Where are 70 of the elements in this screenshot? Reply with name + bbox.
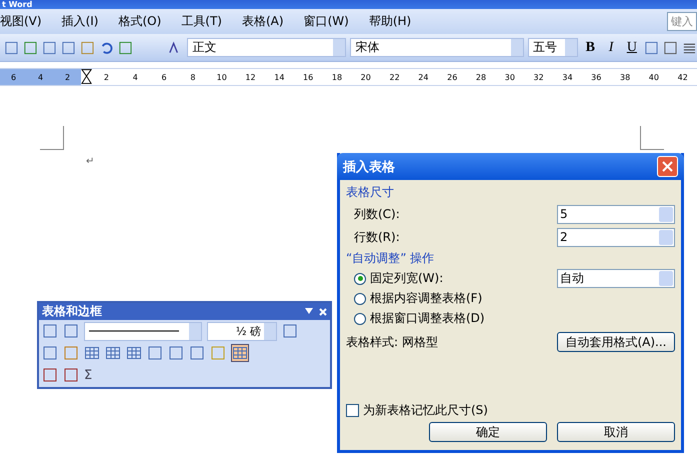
ruler-number: 24 <box>417 72 430 82</box>
ruler-number: 20 <box>360 72 372 82</box>
number-field[interactable]: 2 <box>557 228 675 246</box>
ruler-number: 26 <box>446 72 458 82</box>
font-size-dropdown[interactable]: 五号 <box>528 38 578 57</box>
group-heading: 表格尺寸 <box>346 184 395 201</box>
toolbar-title: 表格和边框 <box>42 303 102 320</box>
ruler-number: 30 <box>504 72 516 82</box>
margin-corner-mark <box>640 126 664 150</box>
radio-option[interactable]: 根据内容调整表格(F) <box>354 290 482 307</box>
ruler-number: 2 <box>102 72 110 82</box>
dropdown-arrow-icon[interactable] <box>305 308 313 314</box>
line-style-icon <box>89 329 179 333</box>
ruler-number: 12 <box>244 72 257 82</box>
window-title: t Word <box>0 0 697 9</box>
radio-option[interactable]: 根据窗口调整表格(D) <box>354 310 485 327</box>
field-label: 列数(C): <box>354 206 400 222</box>
table-style-label: 表格样式: 网格型 <box>346 334 438 350</box>
cancel-button[interactable]: 取消 <box>557 422 675 442</box>
ruler-number: 2 <box>64 72 72 82</box>
ruler-number: 18 <box>330 72 344 82</box>
ruler-number: 40 <box>648 72 660 82</box>
ruler-number: 8 <box>189 72 196 82</box>
autosum-button[interactable]: Σ <box>84 368 92 382</box>
ruler-number: 28 <box>474 72 488 82</box>
menu-item[interactable]: 插入(I) <box>62 13 98 30</box>
bold-button[interactable]: B <box>582 40 599 56</box>
ruler-number: 4 <box>132 72 139 82</box>
ok-button[interactable]: 确定 <box>429 422 547 442</box>
ruler-number: 16 <box>302 72 314 82</box>
split-cells-icon[interactable] <box>126 345 142 361</box>
close-icon <box>662 161 673 172</box>
menu-item[interactable]: 工具(T) <box>181 13 222 30</box>
ruler-number: 38 <box>618 72 632 82</box>
menu-item[interactable]: 窗口(W) <box>304 13 349 30</box>
underline-button[interactable]: U <box>623 40 640 56</box>
ruler-number: 42 <box>676 72 689 82</box>
column-width-field[interactable]: 自动 <box>557 269 675 288</box>
close-button[interactable] <box>657 156 678 177</box>
ruler-number: 14 <box>273 72 286 82</box>
merge-cells-icon[interactable] <box>105 345 121 361</box>
ruler-number: 6 <box>160 72 168 82</box>
ruler-number: 22 <box>388 72 401 82</box>
ruler-number: 10 <box>216 72 228 82</box>
group-heading: “自动调整” 操作 <box>346 250 436 267</box>
ruler-number: 4 <box>36 72 44 82</box>
field-label: 行数(R): <box>354 228 400 246</box>
dialog-title: 插入表格 <box>343 158 395 176</box>
paragraph-mark: ↵ <box>86 156 94 167</box>
insert-table-icon[interactable] <box>84 345 100 361</box>
number-field[interactable]: 5 <box>557 204 675 224</box>
style-dropdown[interactable]: 正文 <box>187 38 346 57</box>
font-dropdown[interactable]: 宋体 <box>350 38 524 57</box>
margin-corner-mark <box>40 126 64 150</box>
italic-button[interactable]: I <box>602 40 620 56</box>
menu-item[interactable]: 帮助(H) <box>368 13 412 30</box>
remember-size-checkbox[interactable]: 为新表格记忆此尺寸(S) <box>346 402 488 418</box>
ruler-number: 6 <box>10 72 18 82</box>
ruler-number: 32 <box>532 72 545 82</box>
radio-option[interactable]: 固定列宽(W): <box>354 270 444 287</box>
menu-item[interactable]: 格式(O) <box>118 13 162 30</box>
menu-item[interactable]: 视图(V) <box>0 13 42 30</box>
menu-item[interactable]: 表格(A) <box>242 13 284 30</box>
line-weight-dropdown[interactable]: ½ 磅 <box>207 322 277 340</box>
close-icon[interactable] <box>319 308 327 316</box>
ruler-number: 36 <box>590 72 602 82</box>
line-style-dropdown[interactable] <box>84 322 202 340</box>
ruler-number: 34 <box>561 72 574 82</box>
autoformat-button[interactable]: 自动套用格式(A)... <box>557 332 675 352</box>
help-search-field[interactable]: 键入 <box>667 12 697 31</box>
